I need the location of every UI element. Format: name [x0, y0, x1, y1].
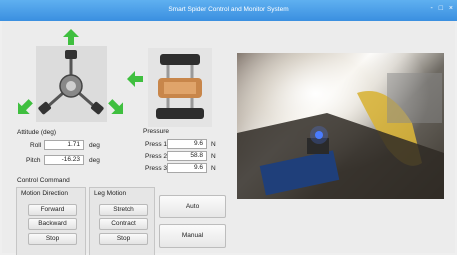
auto-button[interactable]: Auto	[159, 195, 226, 218]
roll-label: Roll	[30, 142, 42, 149]
forward-button[interactable]: Forward	[28, 204, 77, 216]
press1-label: Press 1	[145, 141, 168, 148]
press2-field[interactable]: 58.8	[167, 151, 207, 161]
backward-button[interactable]: Backward	[28, 218, 77, 230]
arrow-left-icon	[127, 71, 143, 87]
leg-stop-button[interactable]: Stop	[99, 233, 148, 245]
arrow-down-right-icon	[108, 99, 123, 114]
press2-label: Press 2	[145, 153, 168, 160]
leg-motion-label: Leg Motion	[94, 190, 127, 197]
contract-button[interactable]: Contract	[99, 218, 148, 230]
roll-field[interactable]: 1.71	[44, 140, 84, 150]
pitch-unit: deg	[89, 157, 100, 164]
press3-field[interactable]: 9.6	[167, 163, 207, 173]
spider-side-view	[148, 48, 212, 127]
pitch-field[interactable]: -16.23	[44, 155, 84, 165]
leg-motion-group: Leg Motion Stretch Contract Stop	[89, 187, 155, 255]
window-title: Smart Spider Control and Monitor System	[168, 6, 289, 13]
roll-unit: deg	[89, 142, 100, 149]
stretch-button[interactable]: Stretch	[99, 204, 148, 216]
press3-unit: N	[211, 165, 216, 172]
motion-stop-button[interactable]: Stop	[28, 233, 77, 245]
pitch-label: Pitch	[26, 157, 41, 164]
pressure-label: Pressure	[143, 128, 170, 135]
attitude-label: Attitude (deg)	[17, 129, 57, 136]
title-bar: Smart Spider Control and Monitor System …	[0, 0, 457, 21]
press1-unit: N	[211, 141, 216, 148]
control-command-label: Control Command	[17, 177, 70, 184]
arrow-down-left-icon	[18, 99, 33, 114]
arrow-up-icon	[63, 29, 79, 45]
motion-direction-group: Motion Direction Forward Backward Stop	[16, 187, 86, 255]
press2-unit: N	[211, 153, 216, 160]
window-controls[interactable]: - □ ×	[430, 5, 455, 12]
motion-direction-label: Motion Direction	[21, 190, 68, 197]
spider-top-view	[36, 46, 107, 122]
press3-label: Press 3	[145, 165, 168, 172]
manual-button[interactable]: Manual	[159, 224, 226, 248]
camera-feed	[237, 53, 444, 199]
press1-field[interactable]: 9.6	[167, 139, 207, 149]
